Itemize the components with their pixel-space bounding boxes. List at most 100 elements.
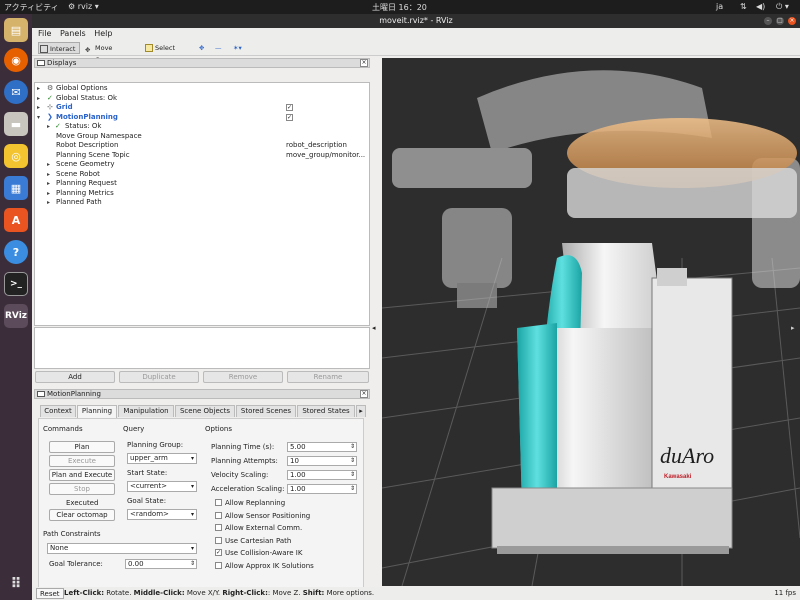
help-icon[interactable]: ?: [4, 240, 28, 264]
tree-row-move-group-namespace[interactable]: Move Group Namespace: [35, 132, 369, 142]
expand-arrow-icon[interactable]: ▸: [37, 103, 40, 113]
velocity-scaling-spinbox[interactable]: 1.00: [287, 470, 357, 480]
interact-tool[interactable]: Interact: [38, 42, 80, 54]
planning-group-select[interactable]: upper_arm: [127, 453, 197, 464]
close-icon[interactable]: ×: [788, 17, 796, 25]
planning-time-spinbox[interactable]: 5.00: [287, 442, 357, 452]
tab-stored-states[interactable]: Stored States: [297, 405, 355, 417]
tree-row-motionplanning[interactable]: ▾ ❯ MotionPlanning ✓: [35, 113, 369, 123]
publish-point-tool[interactable]: ✶▾: [222, 42, 242, 54]
focus-camera-tool[interactable]: ✥: [188, 42, 204, 54]
rviz-icon[interactable]: RViz: [4, 304, 28, 328]
tab-manipulation[interactable]: Manipulation: [118, 405, 174, 417]
tab-scene-objects[interactable]: Scene Objects: [175, 405, 235, 417]
tree-row-planned-path[interactable]: ▸ Planned Path: [35, 198, 369, 208]
expand-arrow-icon[interactable]: ▸: [47, 122, 50, 132]
checkbox-label: Allow External Comm.: [225, 524, 303, 532]
menu-help[interactable]: Help: [94, 28, 112, 40]
goal-state-label: Goal State:: [127, 497, 167, 505]
volume-icon[interactable]: ◀): [756, 2, 765, 11]
tree-row-status[interactable]: ▸ ✓ Status: Ok: [35, 122, 369, 132]
tree-row-global-options[interactable]: ▸ ⚙ Global Options: [35, 84, 369, 94]
app-menu[interactable]: ⚙ rviz ▾: [68, 2, 99, 11]
plan-and-execute-button[interactable]: Plan and Execute: [49, 469, 115, 481]
use-collision-aware-ik-checkbox[interactable]: ✓ Use Collision-Aware IK: [215, 548, 302, 558]
collapse-arrow-icon[interactable]: ▾: [37, 113, 40, 123]
add-button[interactable]: Add: [35, 371, 115, 383]
expand-arrow-icon[interactable]: ▸: [47, 179, 50, 189]
thunderbird-icon[interactable]: ✉: [4, 80, 28, 104]
remove-button[interactable]: Remove: [203, 371, 283, 383]
allow-sensor-positioning-checkbox[interactable]: Allow Sensor Positioning: [215, 511, 310, 521]
motionplanning-visible-checkbox[interactable]: ✓: [286, 113, 293, 121]
render-viewport[interactable]: duAro Kawasaki: [382, 58, 800, 586]
tree-row-robot-description[interactable]: Robot Description robot_description: [35, 141, 369, 151]
clear-octomap-button[interactable]: Clear octomap: [49, 509, 115, 521]
duaro-logo: duAro: [660, 443, 714, 468]
motionplanning-close-icon[interactable]: ×: [360, 390, 368, 398]
path-constraints-select[interactable]: None: [47, 543, 197, 554]
libreoffice-icon[interactable]: ▦: [4, 176, 28, 200]
measure-tool[interactable]: —▾: [204, 42, 222, 64]
network-icon[interactable]: ⇅: [740, 2, 747, 11]
acceleration-scaling-spinbox[interactable]: 1.00: [287, 484, 357, 494]
checkbox-label: Use Collision-Aware IK: [225, 549, 303, 557]
apps-grid-icon[interactable]: ⠿: [4, 572, 28, 596]
expand-arrow-icon[interactable]: ▸: [47, 189, 50, 199]
terminal-icon[interactable]: >_: [4, 272, 28, 296]
rhythmbox-icon[interactable]: ◎: [4, 144, 28, 168]
duplicate-button[interactable]: Duplicate: [119, 371, 199, 383]
allow-replanning-checkbox[interactable]: Allow Replanning: [215, 498, 285, 508]
expand-arrow-icon[interactable]: ▸: [37, 94, 40, 104]
minimize-icon[interactable]: –: [764, 17, 772, 25]
motionplanning-icon: ❯: [47, 112, 53, 121]
expand-arrow-icon[interactable]: ▸: [37, 84, 40, 94]
file-manager-icon[interactable]: ▬: [4, 112, 28, 136]
system-top-bar: アクティビティ ⚙ rviz ▾ 土曜日 16：20 ja ⇅ ◀) ⏻ ▾: [0, 0, 800, 14]
rename-button[interactable]: Rename: [287, 371, 369, 383]
tree-value[interactable]: robot_description: [286, 141, 347, 151]
collapse-right-arrow-icon[interactable]: ▸: [791, 324, 799, 334]
tab-scroll-arrow-icon[interactable]: ▸: [356, 405, 366, 417]
allow-external-comm-checkbox[interactable]: Allow External Comm.: [215, 523, 302, 533]
execute-button[interactable]: Execute: [49, 455, 115, 467]
displays-close-icon[interactable]: ×: [360, 59, 368, 67]
power-icon[interactable]: ⏻ ▾: [776, 2, 789, 12]
activities-button[interactable]: アクティビティ: [4, 2, 59, 13]
menu-panels[interactable]: Panels: [60, 28, 86, 40]
tree-row-grid[interactable]: ▸ ⊹ Grid ✓: [35, 103, 369, 113]
plan-button[interactable]: Plan: [49, 441, 115, 453]
tree-row-scene-robot[interactable]: ▸ Scene Robot: [35, 170, 369, 180]
expand-arrow-icon[interactable]: ▸: [47, 198, 50, 208]
tree-row-planning-metrics[interactable]: ▸ Planning Metrics: [35, 189, 369, 199]
tab-planning[interactable]: Planning: [77, 405, 117, 418]
collapse-left-arrow-icon[interactable]: ◂: [372, 324, 380, 334]
tab-stored-scenes[interactable]: Stored Scenes: [236, 405, 296, 417]
goal-state-select[interactable]: <random>: [127, 509, 197, 520]
stop-button[interactable]: Stop: [49, 483, 115, 495]
tree-row-planning-scene-topic[interactable]: Planning Scene Topic move_group/monitor.…: [35, 151, 369, 161]
tree-row-planning-request[interactable]: ▸ Planning Request: [35, 179, 369, 189]
maximize-icon[interactable]: □: [776, 17, 784, 25]
clock[interactable]: 土曜日 16：20: [372, 2, 427, 13]
grid-visible-checkbox[interactable]: ✓: [286, 104, 293, 111]
reset-button[interactable]: Reset: [36, 588, 64, 599]
expand-arrow-icon[interactable]: ▸: [47, 160, 50, 170]
firefox-icon[interactable]: ◉: [4, 48, 28, 72]
select-tool[interactable]: Select: [144, 42, 180, 54]
move-camera-tool[interactable]: ✥Move Camera: [84, 42, 136, 64]
tree-value[interactable]: move_group/monitor...: [286, 151, 365, 161]
software-icon[interactable]: A: [4, 208, 28, 232]
allow-approx-ik-checkbox[interactable]: Allow Approx IK Solutions: [215, 561, 314, 571]
tree-row-global-status[interactable]: ▸ ✓ Global Status: Ok: [35, 94, 369, 104]
start-state-select[interactable]: <current>: [127, 481, 197, 492]
planning-attempts-spinbox[interactable]: 10: [287, 456, 357, 466]
files-icon[interactable]: ▤: [4, 18, 28, 42]
use-cartesian-path-checkbox[interactable]: Use Cartesian Path: [215, 536, 291, 546]
goal-tolerance-spinbox[interactable]: 0.00: [125, 559, 197, 569]
input-language[interactable]: ja: [716, 2, 723, 11]
tab-context[interactable]: Context: [40, 405, 76, 417]
tree-row-scene-geometry[interactable]: ▸ Scene Geometry: [35, 160, 369, 170]
menu-file[interactable]: File: [38, 28, 51, 40]
expand-arrow-icon[interactable]: ▸: [47, 170, 50, 180]
